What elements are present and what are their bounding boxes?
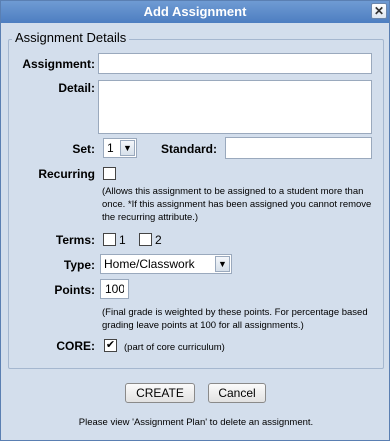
chevron-down-icon: ▼	[215, 256, 230, 272]
create-button[interactable]: CREATE	[125, 383, 195, 403]
set-label: Set:	[72, 142, 95, 156]
term1-checkbox[interactable]	[103, 233, 116, 246]
recurring-label: Recurring	[38, 167, 95, 181]
points-input[interactable]	[100, 279, 129, 299]
group-legend: Assignment Details	[12, 30, 130, 45]
cancel-button[interactable]: Cancel	[208, 383, 266, 403]
core-note: (part of core curriculum)	[124, 342, 225, 353]
core-label: CORE:	[56, 339, 95, 353]
recurring-checkbox[interactable]	[103, 167, 116, 180]
points-note: (Final grade is weighted by these points…	[102, 307, 368, 331]
add-assignment-dialog: Add Assignment ✕ Assignment Details Assi…	[0, 0, 390, 441]
standard-input[interactable]	[225, 137, 372, 159]
set-value: 1	[107, 141, 114, 155]
detail-textarea[interactable]	[98, 80, 372, 134]
footer-note: Please view 'Assignment Plan' to delete …	[78, 417, 314, 428]
chevron-down-icon: ▼	[120, 140, 135, 156]
type-value: Home/Classwork	[104, 257, 195, 271]
set-select[interactable]: 1 ▼	[103, 138, 137, 158]
type-select[interactable]: Home/Classwork ▼	[100, 254, 232, 274]
type-label: Type:	[63, 258, 95, 272]
term2-checkbox[interactable]	[139, 233, 152, 246]
standard-label: Standard:	[161, 142, 218, 156]
detail-label: Detail:	[58, 81, 95, 95]
term1-label: 1	[119, 233, 126, 247]
recurring-note: (Allows this assignment to be assigned t…	[102, 186, 372, 223]
dialog-titlebar: Add Assignment ✕	[1, 1, 389, 23]
terms-label: Terms:	[55, 233, 95, 247]
close-icon[interactable]: ✕	[371, 3, 387, 19]
core-checkbox[interactable]: ✔	[104, 339, 117, 352]
points-label: Points:	[54, 283, 95, 297]
assignment-input[interactable]	[98, 53, 372, 74]
dialog-title: Add Assignment	[143, 4, 247, 19]
assignment-label: Assignment:	[22, 57, 95, 71]
term2-label: 2	[155, 233, 162, 247]
